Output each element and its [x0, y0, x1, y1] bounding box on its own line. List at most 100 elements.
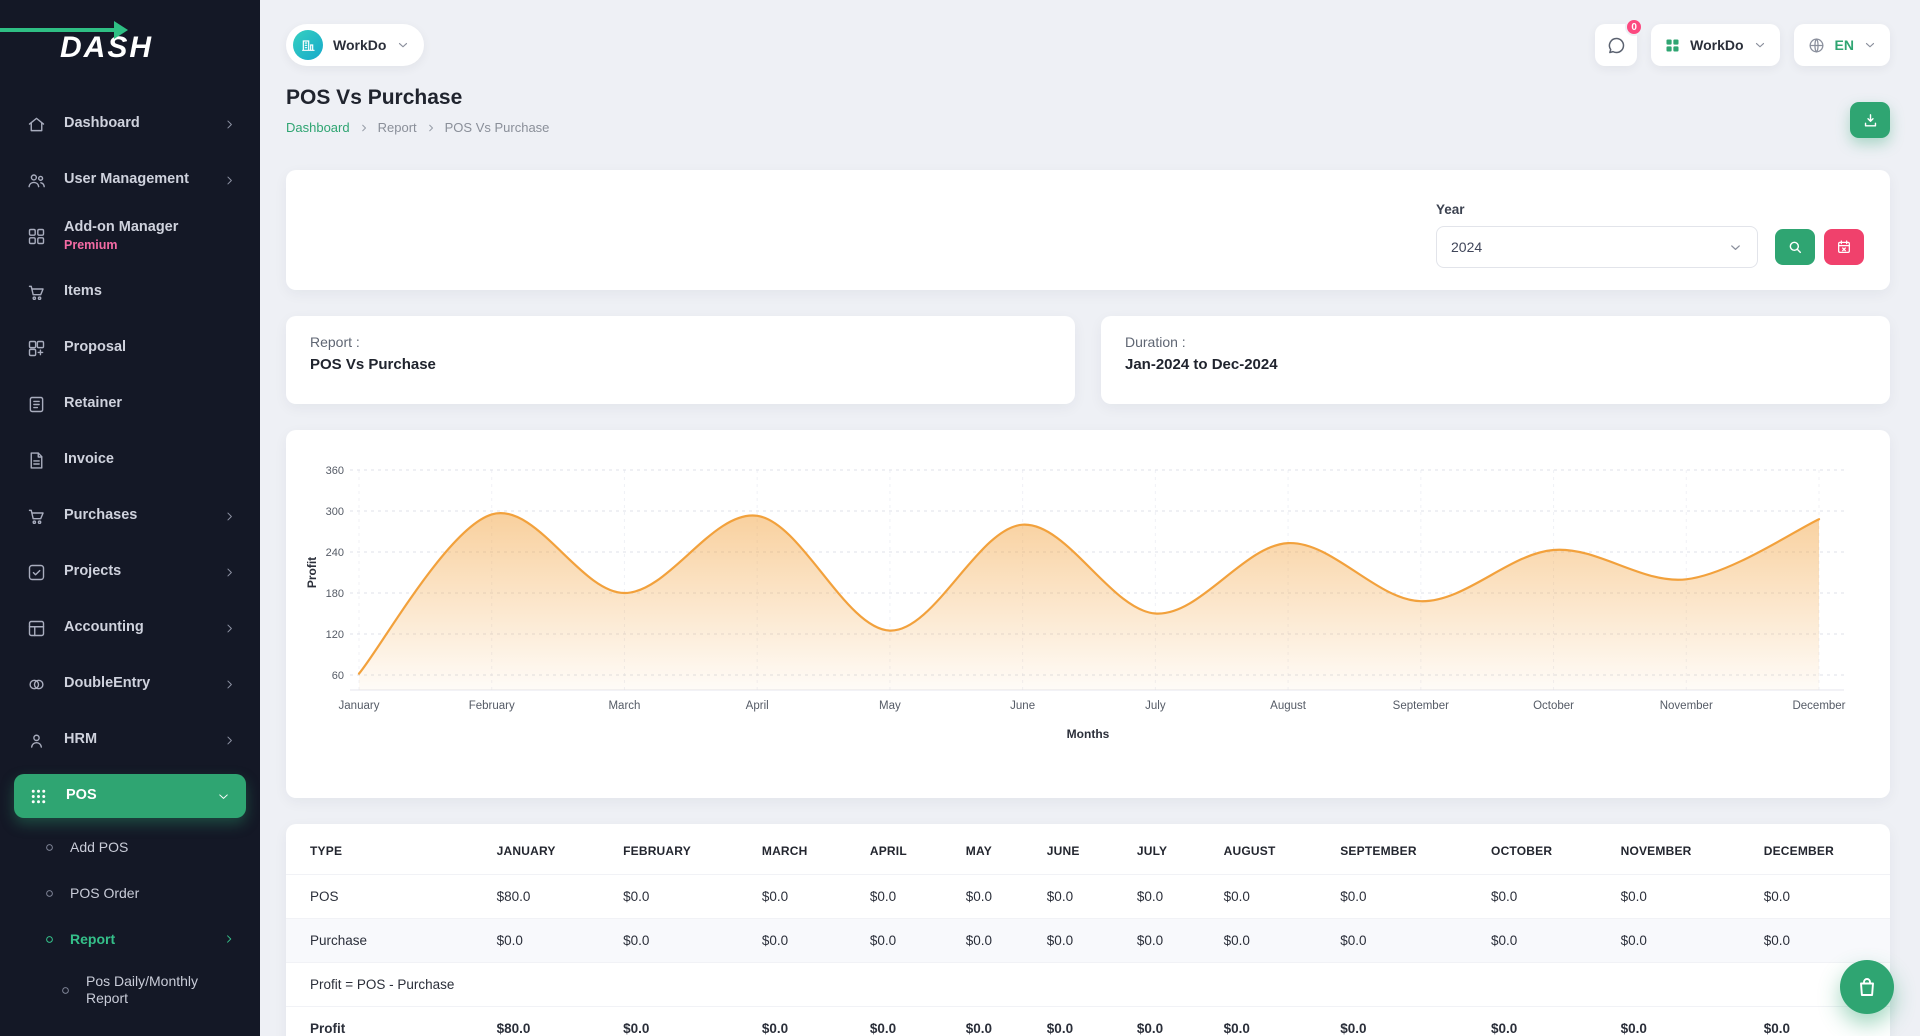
sidebar-item-label: HRM [64, 731, 222, 748]
sidebar-item-add-on-manager[interactable]: Add-on ManagerPremium [0, 208, 260, 264]
download-button[interactable] [1850, 102, 1890, 138]
language-selector[interactable]: EN [1794, 24, 1890, 66]
cell-value: $0.0 [1121, 875, 1208, 919]
cart-fab-button[interactable] [1840, 960, 1894, 1014]
svg-text:October: October [1533, 700, 1574, 712]
year-select-value: 2024 [1451, 239, 1482, 255]
breadcrumb: Dashboard Report POS Vs Purchase [286, 120, 549, 135]
cell-value: $0.0 [1475, 919, 1605, 963]
breadcrumb-dashboard[interactable]: Dashboard [286, 120, 350, 135]
svg-text:July: July [1145, 700, 1166, 712]
note-row: Profit = POS - Purchase [286, 963, 1890, 1007]
column-header: JANUARY [481, 828, 607, 875]
cell-value: $0.0 [854, 875, 950, 919]
table-header-row: TYPEJANUARYFEBRUARYMARCHAPRILMAYJUNEJULY… [286, 828, 1890, 875]
filter-card: Year 2024 [286, 170, 1890, 290]
sidebar-item-purchases[interactable]: Purchases [0, 488, 260, 544]
chart-x-axis-title: Months [304, 727, 1872, 741]
year-select[interactable]: 2024 [1436, 226, 1758, 268]
search-button[interactable] [1775, 229, 1815, 265]
chevron-right-icon [222, 733, 238, 748]
svg-text:Profit: Profit [305, 557, 319, 588]
workspace-switcher[interactable]: WorkDo [286, 24, 424, 66]
report-table-card: TYPEJANUARYFEBRUARYMARCHAPRILMAYJUNEJULY… [286, 824, 1890, 1036]
column-header: AUGUST [1208, 828, 1325, 875]
workdo-menu-button[interactable]: WorkDo [1651, 24, 1779, 66]
cell-value: $0.0 [1324, 919, 1475, 963]
cell-value: $0.0 [854, 1007, 950, 1036]
chevron-right-icon [222, 117, 238, 132]
column-header: FEBRUARY [607, 828, 746, 875]
row-type: POS [286, 875, 481, 919]
svg-text:300: 300 [326, 506, 344, 518]
column-header: SEPTEMBER [1324, 828, 1475, 875]
sidebar-item-label: Proposal [64, 339, 238, 356]
sidebar-item-projects[interactable]: Projects [0, 544, 260, 600]
report-table: TYPEJANUARYFEBRUARYMARCHAPRILMAYJUNEJULY… [286, 828, 1890, 1036]
sidebar-subitem-pos-daily-monthly-report[interactable]: Pos Daily/Monthly Report [0, 962, 260, 1018]
sidebar-item-proposal[interactable]: Proposal [0, 320, 260, 376]
double-circles-icon [26, 673, 48, 695]
cell-value: $0.0 [1121, 919, 1208, 963]
cell-value: $0.0 [607, 1007, 746, 1036]
cell-value: $0.0 [1031, 1007, 1121, 1036]
chevron-right-icon [222, 173, 238, 188]
sidebar-item-hrm[interactable]: HRM [0, 712, 260, 768]
reset-button[interactable] [1824, 229, 1864, 265]
cell-value: $0.0 [746, 875, 854, 919]
cell-value: $0.0 [1031, 919, 1121, 963]
sidebar-item-label: Purchases [64, 507, 222, 524]
sidebar-item-doubleentry[interactable]: DoubleEntry [0, 656, 260, 712]
sidebar-item-dashboard[interactable]: Dashboard [0, 96, 260, 152]
cell-value: $0.0 [1324, 875, 1475, 919]
sidebar-item-label: Retainer [64, 395, 238, 412]
logo-text: DASH [60, 31, 153, 65]
cart-icon [26, 281, 48, 303]
sidebar-subitem-report[interactable]: Report [0, 916, 260, 962]
breadcrumb-current: POS Vs Purchase [445, 120, 550, 135]
sidebar-item-invoice[interactable]: Invoice [0, 432, 260, 488]
column-header: MAY [950, 828, 1031, 875]
messages-button[interactable]: 0 [1595, 24, 1637, 66]
sidebar-item-retainer[interactable]: Retainer [0, 376, 260, 432]
sidebar-item-label: Projects [64, 563, 222, 580]
sidebar-subitem-add-pos[interactable]: Add POS [0, 824, 260, 870]
cell-value: $0.0 [1208, 919, 1325, 963]
sidebar-item-label: Invoice [64, 451, 238, 468]
topbar: WorkDo 0 WorkDo [286, 0, 1890, 84]
chevron-down-icon [396, 38, 410, 52]
cell-value: $0.0 [746, 919, 854, 963]
sidebar-subitem-label: Report [70, 931, 115, 947]
chevron-right-icon [222, 621, 238, 636]
profit-formula-note: Profit = POS - Purchase [286, 963, 1890, 1007]
row-type: Profit [286, 1007, 481, 1036]
sidebar-item-pos[interactable]: POS [14, 774, 246, 818]
grid-icon [1664, 37, 1681, 54]
cell-value: $0.0 [1324, 1007, 1475, 1036]
cell-value: $0.0 [607, 875, 746, 919]
ring-icon [42, 886, 57, 901]
breadcrumb-report[interactable]: Report [378, 120, 417, 135]
app-logo[interactable]: DASH [0, 0, 260, 96]
svg-text:60: 60 [332, 670, 344, 682]
svg-text:May: May [879, 700, 901, 712]
cell-value: $0.0 [1475, 1007, 1605, 1036]
sidebar-subitem-pos-order[interactable]: POS Order [0, 870, 260, 916]
sidebar-item-accounting[interactable]: Accounting [0, 600, 260, 656]
sidebar-item-items[interactable]: Items [0, 264, 260, 320]
sidebar-subitem-label: POS Order [70, 885, 139, 901]
cell-value: $0.0 [1475, 875, 1605, 919]
ring-icon [42, 932, 57, 947]
svg-text:September: September [1393, 700, 1449, 712]
sidebar-item-label: Accounting [64, 619, 222, 636]
ring-icon [58, 983, 73, 998]
summary-cards: Report : POS Vs Purchase Duration : Jan-… [286, 316, 1890, 404]
chevron-right-icon [222, 509, 238, 524]
column-header: JULY [1121, 828, 1208, 875]
column-header: DECEMBER [1748, 828, 1890, 875]
cell-value: $0.0 [1208, 875, 1325, 919]
cell-value: $80.0 [481, 1007, 607, 1036]
chevron-down-icon [216, 789, 232, 804]
sidebar-item-user-management[interactable]: User Management [0, 152, 260, 208]
main-content: WorkDo 0 WorkDo [260, 0, 1920, 1036]
